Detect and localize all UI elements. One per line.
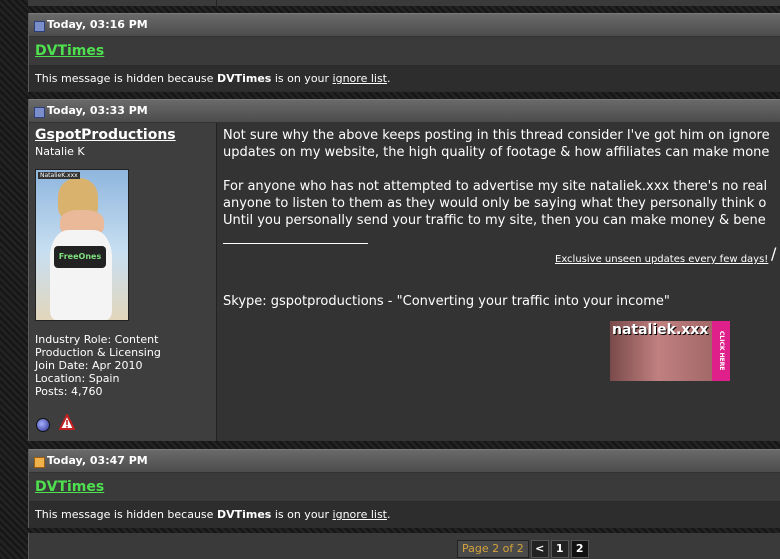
page-2-button[interactable]: 2 [570,540,589,558]
pagination-bar: Page 2 of 2 < 1 2 [28,533,780,559]
post-date: Today, 03:33 PM [47,104,148,117]
post-date: Today, 03:47 PM [47,454,148,467]
report-post-icon[interactable] [59,414,75,430]
signature-banner[interactable]: nataliek.xxx CLICK HERE [610,321,730,381]
previous-post-footer [28,0,780,6]
post-header: Today, 03:16 PM [29,13,780,37]
user-info: Industry Role: Content Production & Lice… [35,333,161,398]
username-link[interactable]: GspotProductions [35,127,176,143]
post-hidden-2: Today, 03:47 PM DVTimes This message is … [28,449,780,528]
post-date: Today, 03:16 PM [47,18,148,31]
post-icon [34,21,45,32]
hidden-message: This message is hidden because DVTimes i… [29,502,780,528]
hidden-message: This message is hidden because DVTimes i… [29,66,780,92]
avatar[interactable]: FreeOnes NatalieK.xxx [35,169,129,321]
post-hidden-1: Today, 03:16 PM DVTimes This message is … [28,13,780,92]
username-link[interactable]: DVTimes [35,43,104,59]
username-link[interactable]: DVTimes [35,479,104,495]
pagination: Page 2 of 2 < 1 2 [457,540,589,558]
signature-divider [223,243,368,244]
signature-skype: Skype: gspotproductions - "Converting yo… [223,294,670,309]
page-indicator: Page 2 of 2 [457,540,529,558]
ignore-list-link[interactable]: ignore list [333,72,387,85]
user-title: Natalie K [35,145,85,158]
online-status-icon[interactable] [36,418,50,432]
post-header: Today, 03:33 PM [29,99,780,123]
user-sidebar: GspotProductions Natalie K FreeOnes Nata… [29,123,217,441]
ignore-list-link[interactable]: ignore list [333,508,387,521]
new-post-icon [34,457,45,468]
page-1-button[interactable]: 1 [550,540,569,558]
post-header: Today, 03:47 PM [29,449,780,473]
prev-page-button[interactable]: < [530,540,549,558]
post-icon [34,107,45,118]
signature-slash: / [771,244,777,263]
signature-link[interactable]: Exclusive unseen updates every few days! [555,251,768,268]
avatar-logo: FreeOnes [54,246,106,268]
avatar-tag: NatalieK.xxx [38,172,80,179]
post-content: Not sure why the above keeps posting in … [223,127,780,437]
post-full: Today, 03:33 PM GspotProductions Natalie… [28,99,780,441]
